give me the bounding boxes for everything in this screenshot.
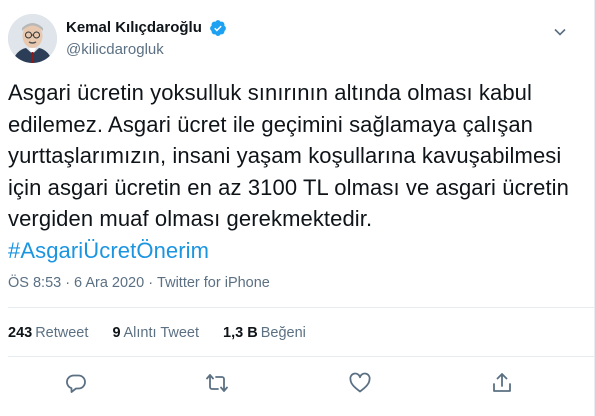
- tweet-actions: [0, 371, 595, 395]
- tweet-time[interactable]: ÖS 8:53: [8, 275, 61, 291]
- meta-separator: ·: [65, 275, 71, 291]
- divider: [8, 356, 594, 357]
- quotes-stat[interactable]: 9 Alıntı Tweet: [112, 324, 199, 342]
- likes-stat[interactable]: 1,3 B Beğeni: [223, 324, 306, 342]
- tweet-text-line: edilemez. Asgari ücret ile geçimini sağl…: [8, 111, 533, 137]
- retweets-label: Retweet: [35, 325, 89, 341]
- tweet-source[interactable]: Twitter for iPhone: [157, 275, 270, 291]
- heart-icon[interactable]: [348, 371, 372, 395]
- divider: [8, 307, 594, 308]
- likes-label: Beğeni: [260, 325, 306, 341]
- tweet-text-line: için asgari ücretin en az 3100 TL olması…: [8, 174, 569, 200]
- tweet-text-line: Asgari ücretin yoksulluk sınırının altın…: [8, 80, 532, 105]
- tweet-text-line: vergiden muaf olması gerekmektedir.: [8, 206, 373, 231]
- meta-separator: ·: [148, 275, 154, 291]
- verified-badge-icon: [209, 19, 227, 37]
- retweet-icon[interactable]: [205, 371, 229, 395]
- retweets-stat[interactable]: 243 Retweet: [8, 324, 88, 342]
- likes-count: 1,3 B: [223, 325, 258, 341]
- tweet-meta: ÖS 8:53 · 6 Ara 2020 · Twitter for iPhone: [8, 274, 270, 292]
- tweet-text: Asgari ücretin yoksulluk sınırının altın…: [8, 77, 569, 267]
- tweet-card: Kemal Kılıçdaroğlu @kilicdarogluk Asgari…: [0, 0, 595, 416]
- user-names: Kemal Kılıçdaroğlu @kilicdarogluk: [66, 18, 227, 60]
- chevron-down-icon[interactable]: [550, 22, 570, 42]
- hashtag-link[interactable]: #AsgariÜcretÖnerim: [8, 235, 568, 267]
- user-handle[interactable]: @kilicdarogluk: [66, 40, 227, 60]
- tweet-text-line: yurttaşlarımızın, insani yaşam koşulları…: [8, 143, 562, 168]
- reply-icon[interactable]: [64, 371, 88, 395]
- retweets-count: 243: [8, 325, 33, 341]
- share-icon[interactable]: [490, 371, 514, 395]
- tweet-date[interactable]: 6 Ara 2020: [74, 275, 144, 291]
- tweet-header: Kemal Kılıçdaroğlu @kilicdarogluk: [8, 14, 588, 66]
- display-name[interactable]: Kemal Kılıçdaroğlu: [66, 18, 202, 38]
- tweet-stats: 243 Retweet 9 Alıntı Tweet 1,3 B Beğeni: [8, 324, 326, 342]
- avatar[interactable]: [8, 14, 57, 63]
- quotes-count: 9: [112, 325, 121, 341]
- quotes-label: Alıntı Tweet: [123, 325, 200, 341]
